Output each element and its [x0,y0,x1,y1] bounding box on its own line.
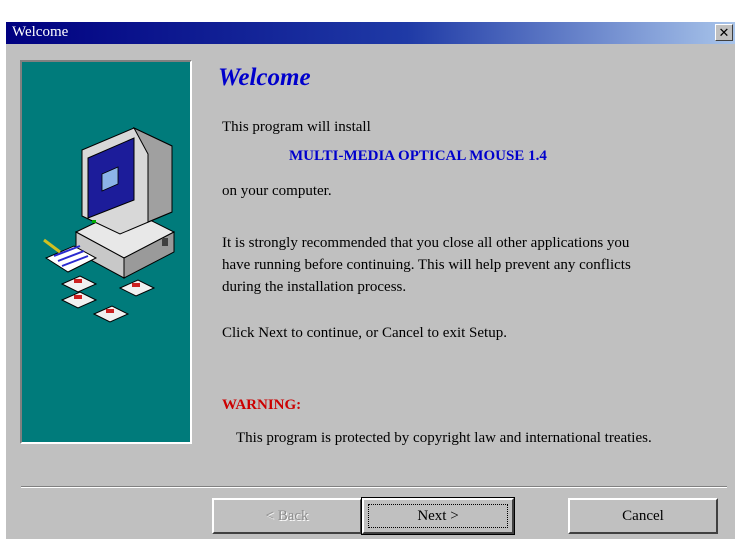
cancel-button-label: Cancel [622,507,664,524]
warning-label: WARNING: [222,397,302,413]
page-heading: Welcome [218,64,311,91]
next-button[interactable]: Next > [361,497,515,535]
warning-text: This program is protected by copyright l… [236,430,652,446]
cancel-button[interactable]: Cancel [568,498,718,534]
recommend-line-2: have running before continuing. This wil… [222,257,631,273]
location-text: on your computer. [222,183,332,199]
computer-with-disks-illustration [43,126,176,323]
back-button[interactable]: < Back [212,498,362,534]
product-name: MULTI-MEDIA OPTICAL MOUSE 1.4 [289,148,547,164]
instruction-text: Click Next to continue, or Cancel to exi… [222,325,507,341]
intro-text: This program will install [222,119,371,135]
close-icon: ✕ [718,26,730,41]
side-illustration-panel [20,60,192,444]
focus-rectangle [368,504,508,528]
recommend-line-1: It is strongly recommended that you clos… [222,235,630,251]
window-title: Welcome [12,24,69,40]
recommend-line-3: during the installation process. [222,279,407,295]
close-button[interactable]: ✕ [715,24,733,41]
button-divider [21,486,727,488]
back-button-label: < Back [265,507,309,524]
title-bar: Welcome ✕ [6,22,735,44]
setup-dialog: Welcome This program will install MULTI-… [6,44,735,539]
